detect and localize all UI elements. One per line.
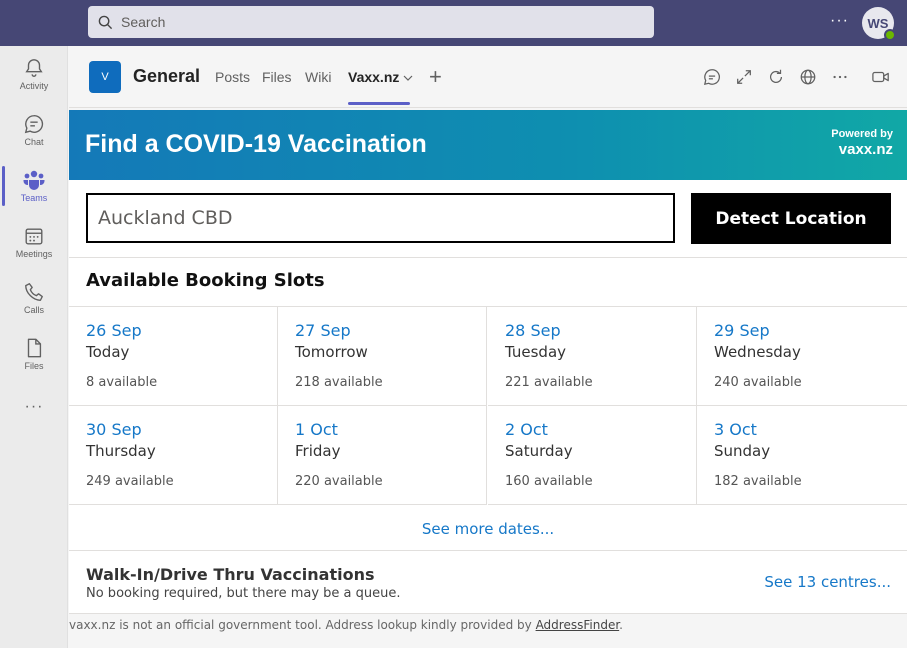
- rail-item-calls[interactable]: Calls: [0, 270, 68, 326]
- walk-in-title: Walk-In/Drive Thru Vaccinations: [86, 565, 375, 584]
- tab-posts[interactable]: Posts: [215, 69, 250, 85]
- slot-card[interactable]: 28 Sep Tuesday 221 available: [488, 307, 697, 406]
- top-bar: Search ··· WS: [0, 0, 907, 46]
- tab-vaxx-label: Vaxx.nz: [348, 69, 400, 85]
- tab-wiki[interactable]: Wiki: [305, 69, 331, 85]
- see-more-dates-link[interactable]: See more dates...: [69, 520, 907, 538]
- slot-day: Thursday: [86, 442, 156, 460]
- slot-availability: 160 available: [505, 474, 593, 489]
- slot-day: Tomorrow: [295, 343, 368, 361]
- slot-card[interactable]: 1 Oct Friday 220 available: [278, 406, 487, 505]
- more-options-icon[interactable]: ···: [830, 12, 849, 30]
- slot-day: Friday: [295, 442, 341, 460]
- footer: vaxx.nz is not an official government to…: [69, 618, 907, 632]
- avatar[interactable]: WS: [862, 7, 896, 41]
- tab-vaxx[interactable]: Vaxx.nz: [348, 69, 413, 85]
- rail-item-meetings[interactable]: Meetings: [0, 214, 68, 270]
- add-tab-icon[interactable]: +: [429, 64, 442, 90]
- slot-day: Wednesday: [714, 343, 801, 361]
- footer-text: vaxx.nz is not an official government to…: [69, 618, 536, 632]
- rail-label: Files: [24, 361, 44, 371]
- slot-date: 1 Oct: [295, 420, 338, 439]
- globe-icon[interactable]: [799, 68, 817, 86]
- rail-item-teams[interactable]: Teams: [0, 158, 68, 214]
- booking-panel: Detect Location Available Booking Slots …: [69, 180, 907, 614]
- rail-label: Meetings: [15, 249, 53, 259]
- slot-availability: 240 available: [714, 375, 802, 390]
- slot-day: Tuesday: [505, 343, 567, 361]
- chat-icon: [24, 115, 44, 134]
- rail-label: Activity: [19, 81, 49, 91]
- footer-end: .: [619, 618, 623, 632]
- slot-availability: 182 available: [714, 474, 802, 489]
- chevron-down-icon: [403, 75, 413, 81]
- slot-card[interactable]: 29 Sep Wednesday 240 available: [697, 307, 907, 406]
- slot-card[interactable]: 3 Oct Sunday 182 available: [697, 406, 907, 505]
- slot-availability: 220 available: [295, 474, 383, 489]
- expand-icon[interactable]: [735, 68, 753, 86]
- search-placeholder: Search: [121, 14, 166, 30]
- rail-label: Chat: [24, 137, 44, 147]
- rail-item-files[interactable]: Files: [0, 326, 68, 382]
- bell-icon: [25, 59, 43, 77]
- location-input[interactable]: [86, 193, 675, 243]
- rail-item-chat[interactable]: Chat: [0, 102, 68, 158]
- phone-icon: [25, 283, 43, 301]
- slot-date: 27 Sep: [295, 321, 351, 340]
- slot-date: 3 Oct: [714, 420, 757, 439]
- slot-availability: 221 available: [505, 375, 593, 390]
- calendar-icon: [25, 228, 43, 245]
- walk-in-subtitle: No booking required, but there may be a …: [86, 586, 401, 601]
- slot-date: 29 Sep: [714, 321, 770, 340]
- more-icon[interactable]: [831, 68, 849, 86]
- active-tab-indicator: [348, 102, 410, 105]
- slots-heading: Available Booking Slots: [86, 270, 325, 291]
- slot-card[interactable]: 30 Sep Thursday 249 available: [69, 406, 278, 505]
- slot-card[interactable]: 2 Oct Saturday 160 available: [488, 406, 697, 505]
- slot-date: 26 Sep: [86, 321, 142, 340]
- slot-card[interactable]: 26 Sep Today 8 available: [69, 307, 278, 406]
- team-avatar[interactable]: V: [89, 61, 121, 93]
- slot-day: Sunday: [714, 442, 771, 460]
- search-icon: [98, 15, 113, 29]
- tab-files[interactable]: Files: [262, 69, 292, 85]
- video-call-icon[interactable]: [871, 68, 891, 86]
- presence-available-icon: [884, 29, 896, 41]
- file-icon: [27, 338, 42, 358]
- search-input[interactable]: Search: [88, 6, 654, 38]
- slot-day: Saturday: [505, 442, 573, 460]
- powered-by-label: Powered by: [831, 128, 893, 140]
- channel-header: V General Posts Files Wiki Vaxx.nz +: [69, 46, 907, 108]
- see-centres-link[interactable]: See 13 centres...: [764, 573, 891, 591]
- addressfinder-link[interactable]: AddressFinder: [536, 618, 620, 632]
- conversation-icon[interactable]: [703, 68, 721, 86]
- rail-label: Teams: [20, 193, 48, 203]
- powered-by-brand[interactable]: vaxx.nz: [831, 141, 893, 158]
- channel-name: General: [133, 66, 201, 86]
- app-rail: Activity Chat Teams Meetings Calls Files…: [0, 46, 68, 648]
- slot-date: 30 Sep: [86, 420, 142, 439]
- avatar-initials: WS: [867, 15, 889, 31]
- slot-card[interactable]: 27 Sep Tomorrow 218 available: [278, 307, 487, 406]
- divider: [69, 257, 907, 258]
- rail-item-activity[interactable]: Activity: [0, 46, 68, 102]
- app-banner: Find a COVID-19 Vaccination Powered by v…: [69, 110, 907, 180]
- slot-availability: 218 available: [295, 375, 383, 390]
- tab-content: Find a COVID-19 Vaccination Powered by v…: [69, 110, 907, 648]
- walk-in-section: Walk-In/Drive Thru Vaccinations No booki…: [69, 551, 907, 613]
- detect-location-button[interactable]: Detect Location: [691, 193, 891, 244]
- slot-date: 28 Sep: [505, 321, 561, 340]
- slot-date: 2 Oct: [505, 420, 548, 439]
- slot-availability: 249 available: [86, 474, 174, 489]
- more-apps-icon[interactable]: ···: [0, 398, 68, 416]
- app-title: Find a COVID-19 Vaccination: [85, 130, 427, 158]
- refresh-icon[interactable]: [767, 68, 785, 86]
- teams-icon: [23, 170, 45, 190]
- powered-by: Powered by vaxx.nz: [831, 128, 893, 158]
- rail-label: Calls: [23, 305, 44, 315]
- divider: [69, 613, 907, 614]
- slot-availability: 8 available: [86, 375, 158, 390]
- slot-day: Today: [86, 343, 130, 361]
